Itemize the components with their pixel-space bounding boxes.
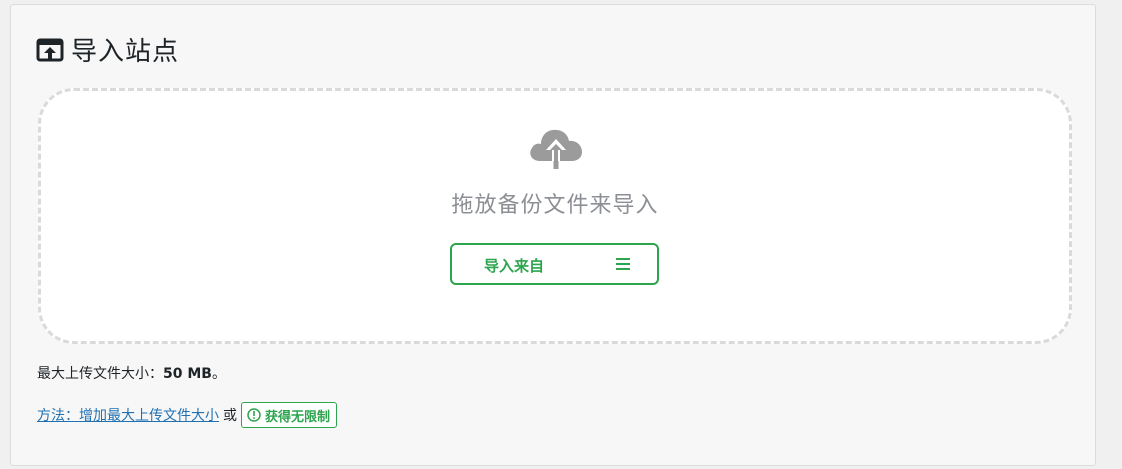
cloud-upload-icon — [526, 123, 586, 173]
get-unlimited-button[interactable]: 获得无限制 — [241, 402, 338, 428]
help-row: 方法：增加最大上传文件大小 或 获得无限制 — [37, 402, 338, 428]
increase-upload-size-link[interactable]: 方法：增加最大上传文件大小 — [37, 405, 219, 425]
drop-instructions: 拖放备份文件来导入 — [451, 193, 659, 218]
max-upload-suffix: 。 — [211, 366, 226, 382]
import-site-icon — [35, 35, 65, 65]
max-upload-label: 最大上传文件大小： — [37, 366, 163, 382]
panel-header: 导入站点 — [35, 31, 179, 68]
import-from-label: 导入来自 — [484, 257, 545, 275]
hamburger-menu-icon — [615, 256, 631, 272]
import-site-panel: 导入站点 拖放备份文件来导入 导入来自 最大上传文件大小：50 MB。 方法：增… — [10, 4, 1096, 466]
page-title: 导入站点 — [71, 37, 180, 67]
get-unlimited-label: 获得无限制 — [265, 409, 331, 425]
right-gutter — [1097, 0, 1122, 469]
or-text: 或 — [223, 408, 237, 424]
exclamation-circle-icon — [247, 408, 261, 422]
file-dropzone[interactable]: 拖放备份文件来导入 导入来自 — [38, 88, 1072, 344]
max-upload-size: 最大上传文件大小：50 MB。 — [37, 363, 226, 383]
max-upload-value: 50 MB — [163, 366, 212, 382]
import-from-button[interactable]: 导入来自 — [450, 243, 659, 285]
